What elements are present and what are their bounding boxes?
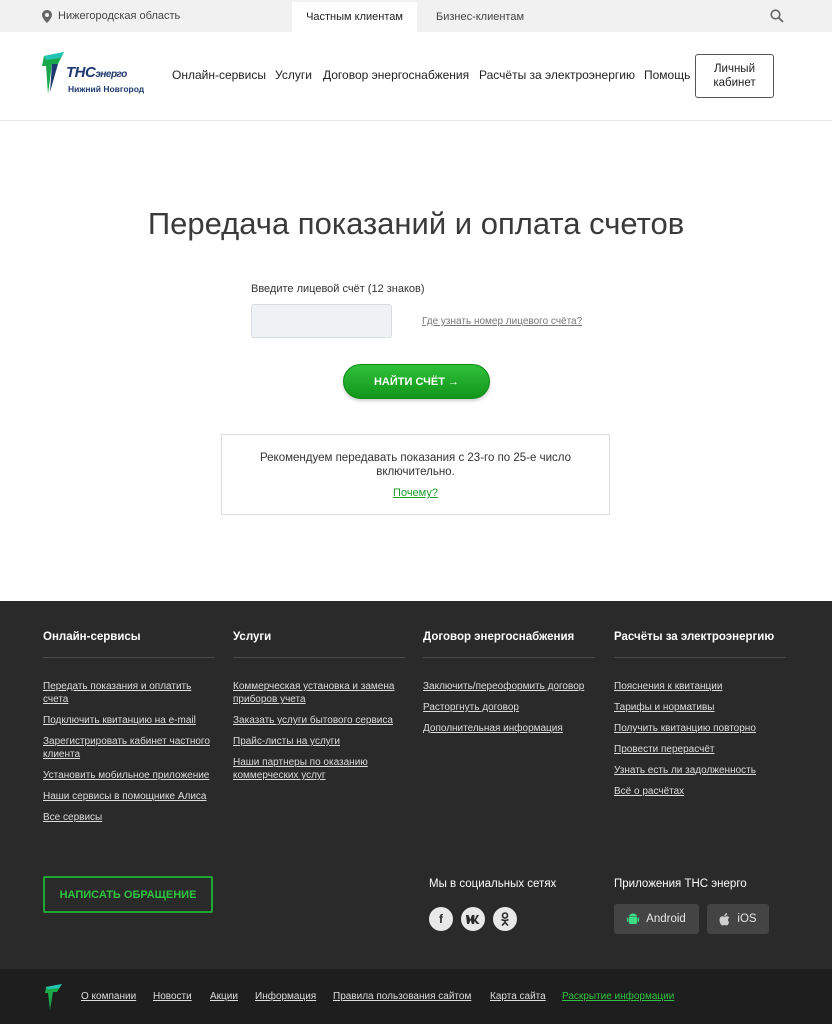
footer-link[interactable]: Наши партнеры по оказанию коммерческих у… xyxy=(233,756,405,782)
ios-label: iOS xyxy=(737,913,757,925)
logo-city: Нижний Новгород xyxy=(68,84,145,94)
reading-hint-box: Рекомендуем передавать показания с 23-го… xyxy=(221,434,610,515)
bottom-link-rules[interactable]: Правила пользования сайтом xyxy=(333,991,471,1002)
find-account-button[interactable]: НАЙТИ СЧЁТ → xyxy=(343,364,490,399)
why-link[interactable]: Почему? xyxy=(393,487,438,499)
android-app-button[interactable]: Android xyxy=(614,904,699,934)
footer-link[interactable]: Узнать есть ли задолженность xyxy=(614,764,786,777)
footer: Онлайн-сервисы Передать показания и опла… xyxy=(0,601,832,969)
footer-column-title: Договор энергоснабжения xyxy=(423,631,595,658)
footer-link[interactable]: Наши сервисы в помощнике Алиса xyxy=(43,790,215,803)
footer-link[interactable]: Дополнительная информация xyxy=(423,722,595,735)
footer-link[interactable]: Заключить/переоформить договор xyxy=(423,680,595,693)
footer-column-services: Услуги Коммерческая установка и замена п… xyxy=(233,631,405,790)
logo-mark-icon[interactable] xyxy=(45,984,63,1010)
main-header: ТНСэнерго Нижний Новгород Онлайн-сервисы… xyxy=(0,32,832,121)
footer-link[interactable]: Получить квитанцию повторно xyxy=(614,722,786,735)
nav-electricity-payments[interactable]: Расчёты за электроэнергию xyxy=(479,68,635,82)
hint-text: Рекомендуем передавать показания с 23-го… xyxy=(259,452,571,478)
footer-link[interactable]: Пояснения к квитанции xyxy=(614,680,786,693)
bottom-link-disclosure[interactable]: Раскрытие информации xyxy=(562,991,674,1002)
footer-link[interactable]: Провести перерасчёт xyxy=(614,743,786,756)
top-bar: Нижегородская область Частным клиентам Б… xyxy=(0,0,832,32)
footer-column-contract: Договор энергоснабжения Заключить/переоф… xyxy=(423,631,595,743)
footer-link[interactable]: Всё о расчётах xyxy=(614,785,786,798)
nav-online-services[interactable]: Онлайн-сервисы xyxy=(172,68,266,82)
bottom-link-about[interactable]: О компании xyxy=(81,991,136,1002)
bottom-link-news[interactable]: Новости xyxy=(153,991,192,1002)
cabinet-label-line1: Личный xyxy=(713,63,755,75)
ios-app-button[interactable]: iOS xyxy=(707,904,769,934)
footer-link[interactable]: Все сервисы xyxy=(43,811,215,824)
bottom-bar: О компании Новости Акции Информация Прав… xyxy=(0,969,832,1024)
cabinet-label-line2: кабинет xyxy=(713,77,756,89)
personal-cabinet-button[interactable]: Личный кабинет xyxy=(695,54,774,98)
logo[interactable]: ТНСэнерго Нижний Новгород xyxy=(42,52,145,96)
account-help-link[interactable]: Где узнать номер лицевого счёта? xyxy=(422,316,582,327)
nav-supply-contract[interactable]: Договор энергоснабжения xyxy=(323,68,469,82)
account-number-input[interactable] xyxy=(251,304,392,338)
bottom-link-info[interactable]: Информация xyxy=(255,991,316,1002)
footer-column-online-services: Онлайн-сервисы Передать показания и опла… xyxy=(43,631,215,832)
footer-link[interactable]: Передать показания и оплатить счета xyxy=(43,680,215,706)
footer-column-payments: Расчёты за электроэнергию Пояснения к кв… xyxy=(614,631,786,806)
facebook-icon[interactable]: f xyxy=(429,907,453,931)
social-title: Мы в социальных сетях xyxy=(429,878,557,890)
page-title: Передача показаний и оплата счетов xyxy=(147,206,685,241)
bottom-link-sitemap[interactable]: Карта сайта xyxy=(490,991,546,1002)
region-label: Нижегородская область xyxy=(58,10,181,22)
footer-link[interactable]: Расторгнуть договор xyxy=(423,701,595,714)
footer-link[interactable]: Прайс-листы на услуги xyxy=(233,735,405,748)
footer-column-title: Расчёты за электроэнергию xyxy=(614,631,786,658)
logo-sub-text: энерго xyxy=(95,69,127,80)
logo-main-text: ТНС xyxy=(66,64,96,81)
footer-link[interactable]: Коммерческая установка и замена приборов… xyxy=(233,680,405,706)
footer-column-title: Онлайн-сервисы xyxy=(43,631,215,658)
nav-help[interactable]: Помощь xyxy=(644,68,690,82)
apps-title: Приложения ТНС энерго xyxy=(614,878,747,890)
apple-icon xyxy=(719,912,730,925)
nav-services[interactable]: Услуги xyxy=(275,68,312,82)
odnoklassniki-icon[interactable] xyxy=(493,907,517,931)
write-request-button[interactable]: НАПИСАТЬ ОБРАЩЕНИЕ xyxy=(43,876,213,913)
footer-column-title: Услуги xyxy=(233,631,405,658)
location-pin-icon xyxy=(42,9,52,23)
region-selector[interactable]: Нижегородская область xyxy=(42,8,180,24)
tab-business-clients[interactable]: Бизнес-клиентам xyxy=(420,2,540,32)
tab-private-clients[interactable]: Частным клиентам xyxy=(292,2,417,32)
vk-icon[interactable] xyxy=(461,907,485,931)
search-icon[interactable] xyxy=(770,9,784,23)
account-label: Введите лицевой счёт (12 знаков) xyxy=(251,283,425,295)
footer-link[interactable]: Установить мобильное приложение xyxy=(43,769,215,782)
footer-link[interactable]: Заказать услуги бытового сервиса xyxy=(233,714,405,727)
bottom-link-promos[interactable]: Акции xyxy=(210,991,238,1002)
android-label: Android xyxy=(646,913,686,925)
footer-link[interactable]: Тарифы и нормативы xyxy=(614,701,786,714)
footer-link[interactable]: Зарегистрировать кабинет частного клиент… xyxy=(43,735,215,761)
android-icon xyxy=(627,913,640,924)
logo-mark-icon xyxy=(42,52,64,94)
footer-link[interactable]: Подключить квитанцию на e-mail xyxy=(43,714,215,727)
